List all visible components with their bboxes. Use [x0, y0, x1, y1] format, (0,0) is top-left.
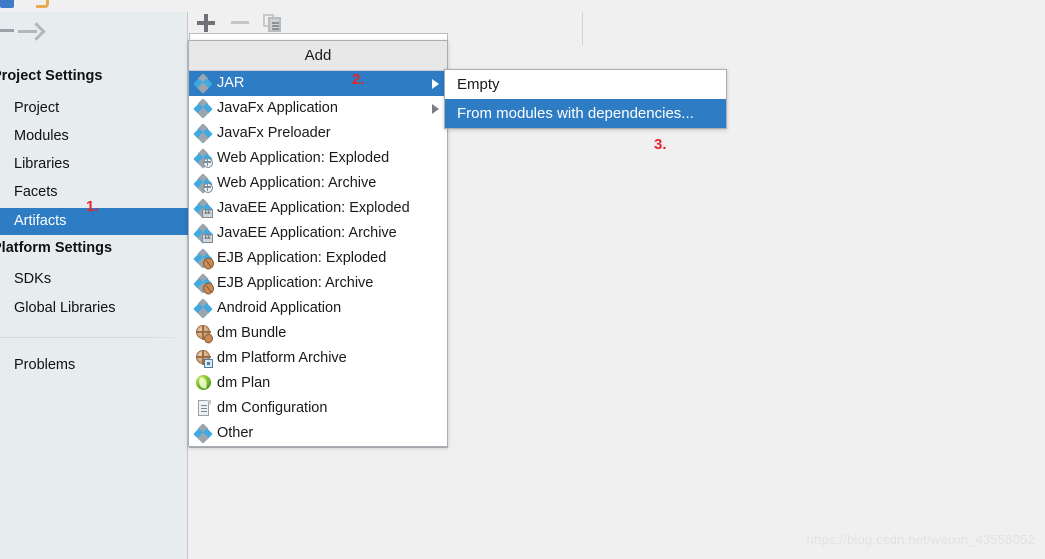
menu-item-label: EJB Application: Exploded	[217, 250, 387, 266]
folder-icon	[36, 0, 49, 8]
menu-item-ejb-application-exploded[interactable]: EJB Application: Exploded	[189, 246, 447, 272]
menu-item-label: EJB Application: Archive	[217, 275, 374, 291]
sidebar-item-label: Facets	[14, 184, 58, 200]
sidebar-group-project-settings: Project Settings	[0, 68, 103, 84]
menu-item-label: Web Application: Archive	[217, 175, 377, 191]
javafx-icon	[193, 98, 213, 119]
menu-item-dm-bundle[interactable]: dm Bundle	[189, 321, 447, 346]
dialog-titlebar	[0, 0, 1045, 12]
annotation-step-1: 1.	[86, 198, 99, 215]
menu-item-dm-platform-archive[interactable]: dm Platform Archive	[189, 346, 447, 371]
sidebar-item-label: Libraries	[14, 156, 70, 172]
jar-icon	[193, 73, 213, 94]
submenu-item-empty[interactable]: Empty	[445, 70, 726, 99]
menu-item-jar[interactable]: JAR	[189, 71, 447, 96]
sidebar-item-global-libraries[interactable]: Global Libraries	[0, 295, 188, 322]
app-root: Project Settings Project Modules Librari…	[0, 0, 1045, 559]
menu-item-label: JavaEE Application: Exploded	[217, 200, 410, 216]
sidebar-item-project[interactable]: Project	[0, 95, 188, 122]
menu-item-label: JavaFx Application	[217, 100, 338, 116]
sidebar-item-libraries[interactable]: Libraries	[0, 151, 188, 178]
add-artifact-button[interactable]	[197, 14, 215, 32]
chevron-right-icon	[432, 79, 439, 89]
sidebar-item-label: Project	[14, 100, 60, 116]
back-arrow-icon[interactable]	[0, 29, 14, 32]
menu-item-ejb-application-archive[interactable]: EJB Application: Archive	[189, 271, 447, 297]
dm-plan-icon	[195, 375, 212, 392]
sidebar-item-label: Problems	[14, 357, 76, 373]
ejb-exploded-icon	[193, 248, 217, 272]
menu-item-web-application-exploded[interactable]: Web Application: Exploded	[189, 146, 447, 171]
menu-item-javafx-preloader[interactable]: JavaFx Preloader	[189, 121, 447, 146]
dm-bundle-icon	[195, 325, 215, 345]
chevron-right-icon	[432, 104, 439, 114]
menu-item-label: dm Plan	[217, 375, 271, 391]
menu-item-javaee-application-exploded[interactable]: EE JavaEE Application: Exploded	[189, 196, 447, 221]
sidebar-item-problems[interactable]: Problems	[0, 352, 188, 379]
menu-item-label: Other	[217, 425, 254, 441]
remove-artifact-button[interactable]	[231, 14, 249, 32]
menu-item-label: Android Application	[217, 300, 342, 316]
sidebar-item-modules[interactable]: Modules	[0, 123, 188, 150]
sidebar-nav	[0, 18, 188, 46]
sidebar-item-label: Artifacts	[14, 213, 67, 229]
sidebar-item-label: SDKs	[14, 271, 52, 287]
jar-submenu: Empty From modules with dependencies...	[444, 69, 727, 129]
menu-item-android-application[interactable]: Android Application	[189, 296, 447, 321]
forward-arrow-icon[interactable]	[18, 22, 44, 40]
copy-artifact-button[interactable]	[263, 14, 281, 32]
menu-item-dm-plan[interactable]: dm Plan	[189, 371, 447, 396]
sidebar-item-label: Modules	[14, 128, 69, 144]
menu-item-label: JavaFx Preloader	[217, 125, 331, 141]
annotation-step-2: 2.	[352, 71, 365, 88]
sidebar-group-platform-settings: Platform Settings	[0, 240, 113, 256]
menu-item-label: dm Configuration	[217, 400, 328, 416]
web-exploded-icon	[193, 148, 213, 169]
javafx-preloader-icon	[193, 123, 213, 144]
menu-item-label: dm Platform Archive	[217, 350, 347, 366]
sidebar-item-sdks[interactable]: SDKs	[0, 266, 188, 293]
javaee-exploded-icon: EE	[193, 198, 213, 219]
menu-item-label: JavaEE Application: Archive	[217, 225, 397, 241]
sidebar-divider	[0, 337, 188, 338]
toolbar-divider	[582, 12, 583, 45]
annotation-step-3: 3.	[654, 136, 667, 153]
javaee-archive-icon: EE	[193, 223, 213, 244]
app-icon	[0, 0, 14, 8]
submenu-item-from-modules-with-dependencies[interactable]: From modules with dependencies...	[445, 99, 726, 128]
ejb-archive-icon	[193, 273, 217, 297]
settings-sidebar: Project Settings Project Modules Librari…	[0, 12, 188, 559]
add-artifact-menu: Add JAR JavaFx Application JavaFx Preloa…	[188, 40, 448, 447]
copy-front-page-icon	[268, 17, 281, 32]
artifacts-toolbar	[189, 12, 1045, 45]
dm-config-icon	[195, 400, 212, 417]
watermark: https://blog.csdn.net/weixin_43558052	[806, 532, 1035, 547]
menu-item-dm-configuration[interactable]: dm Configuration	[189, 396, 447, 421]
other-icon	[193, 423, 213, 444]
menu-item-label: JAR	[217, 75, 245, 91]
dm-platform-icon	[195, 350, 213, 368]
menu-item-web-application-archive[interactable]: Web Application: Archive	[189, 171, 447, 196]
menu-item-javaee-application-archive[interactable]: EE JavaEE Application: Archive	[189, 221, 447, 246]
web-archive-icon	[193, 173, 213, 194]
menu-item-label: dm Bundle	[217, 325, 287, 341]
menu-item-other[interactable]: Other	[189, 421, 447, 446]
sidebar-item-label: Global Libraries	[14, 300, 116, 316]
menu-item-javafx-application[interactable]: JavaFx Application	[189, 96, 447, 121]
menu-item-label: Web Application: Exploded	[217, 150, 390, 166]
android-app-icon	[193, 298, 213, 319]
add-menu-title: Add	[189, 41, 447, 71]
